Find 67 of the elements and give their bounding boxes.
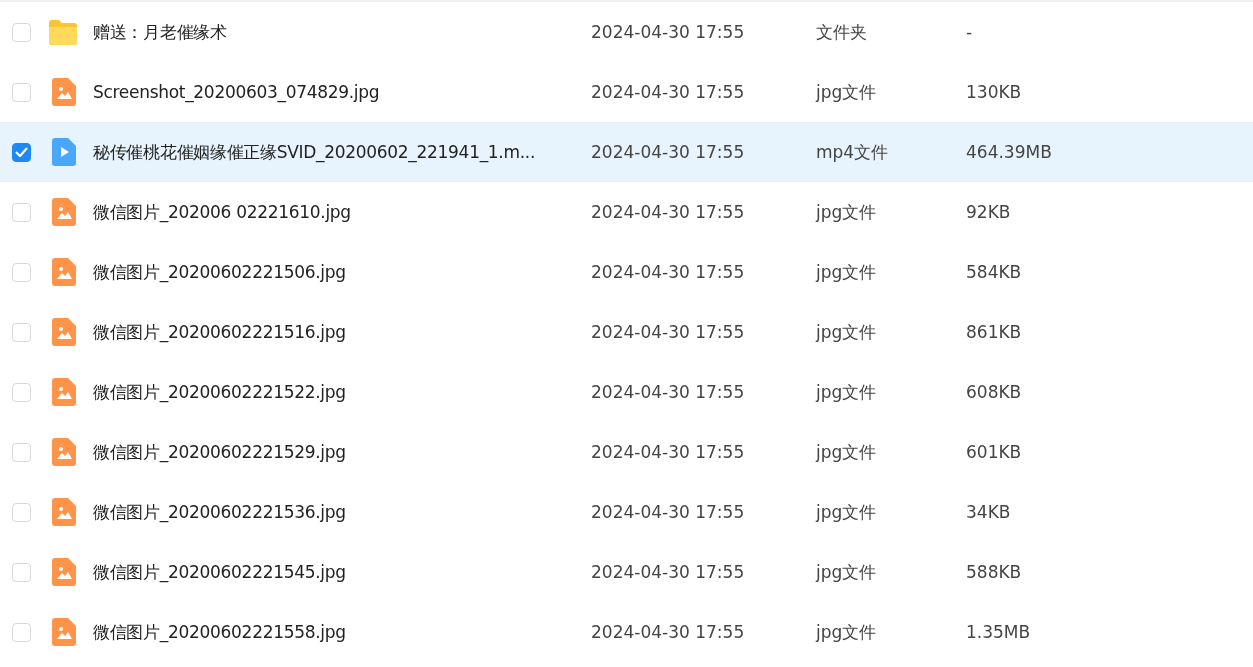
file-name: Screenshot_20200603_074829.jpg: [93, 82, 381, 102]
file-size: 1.35MB: [966, 622, 1032, 642]
file-name: 微信图片_20200602221536.jpg: [93, 500, 347, 524]
image-file-icon: [52, 318, 76, 346]
file-row[interactable]: 微信图片_20200602221558.jpg 2024-04-30 17:55 jpg文件 1.35MB: [0, 602, 1253, 662]
file-type: jpg文件: [816, 560, 878, 584]
file-name: 微信图片_20200602221522.jpg: [93, 380, 347, 404]
file-row[interactable]: 秘传催桃花催姻缘催正缘SVID_20200602_221941_1.m... 2024-04-30 17:55 mp4文件 464.39MB: [0, 122, 1253, 182]
modified-date: 2024-04-30 17:55: [591, 562, 746, 582]
file-type: 文件夹: [816, 20, 868, 44]
file-size: 130KB: [966, 82, 1023, 102]
modified-date: 2024-04-30 17:55: [591, 142, 746, 162]
file-size: 588KB: [966, 562, 1023, 582]
file-type: mp4文件: [816, 140, 890, 164]
file-row[interactable]: 微信图片_20200602221545.jpg 2024-04-30 17:55 jpg文件 588KB: [0, 542, 1253, 602]
file-name: 微信图片_20200602221516.jpg: [93, 320, 347, 344]
file-row[interactable]: 微信图片_202006 02221610.jpg 2024-04-30 17:55 jpg文件 92KB: [0, 182, 1253, 242]
file-type: jpg文件: [816, 320, 878, 344]
file-row[interactable]: 微信图片_20200602221506.jpg 2024-04-30 17:55 jpg文件 584KB: [0, 242, 1253, 302]
image-file-icon: [52, 258, 76, 286]
file-size: 464.39MB: [966, 142, 1053, 162]
file-size: 601KB: [966, 442, 1023, 462]
file-row[interactable]: Screenshot_20200603_074829.jpg 2024-04-30 17:55 jpg文件 130KB: [0, 62, 1253, 122]
file-size: 608KB: [966, 382, 1023, 402]
file-size: 584KB: [966, 262, 1023, 282]
file-row[interactable]: 微信图片_20200602221516.jpg 2024-04-30 17:55 jpg文件 861KB: [0, 302, 1253, 362]
image-file-icon: [52, 78, 76, 106]
modified-date: 2024-04-30 17:55: [591, 382, 746, 402]
image-file-icon: [52, 378, 76, 406]
file-row[interactable]: 微信图片_20200602221536.jpg 2024-04-30 17:55 jpg文件 34KB: [0, 482, 1253, 542]
image-file-icon: [52, 198, 76, 226]
file-name: 微信图片_202006 02221610.jpg: [93, 200, 352, 224]
modified-date: 2024-04-30 17:55: [591, 322, 746, 342]
file-type: jpg文件: [816, 500, 878, 524]
file-row[interactable]: 微信图片_20200602221529.jpg 2024-04-30 17:55 jpg文件 601KB: [0, 422, 1253, 482]
modified-date: 2024-04-30 17:55: [591, 202, 746, 222]
video-file-icon: [52, 138, 76, 166]
file-name: 微信图片_20200602221529.jpg: [93, 440, 347, 464]
modified-date: 2024-04-30 17:55: [591, 442, 746, 462]
modified-date: 2024-04-30 17:55: [591, 262, 746, 282]
file-type: jpg文件: [816, 260, 878, 284]
file-type: jpg文件: [816, 200, 878, 224]
file-name: 微信图片_20200602221506.jpg: [93, 260, 347, 284]
folder-icon: [48, 19, 78, 45]
file-size: -: [966, 22, 974, 42]
file-type: jpg文件: [816, 80, 878, 104]
modified-date: 2024-04-30 17:55: [591, 502, 746, 522]
file-type: jpg文件: [816, 380, 878, 404]
file-name: 微信图片_20200602221545.jpg: [93, 560, 347, 584]
file-size: 34KB: [966, 502, 1012, 522]
file-size: 861KB: [966, 322, 1023, 342]
file-type: jpg文件: [816, 620, 878, 644]
modified-date: 2024-04-30 17:55: [591, 22, 746, 42]
checkbox[interactable]: [12, 142, 31, 162]
file-name: 秘传催桃花催姻缘催正缘SVID_20200602_221941_1.m...: [93, 140, 537, 164]
modified-date: 2024-04-30 17:55: [591, 82, 746, 102]
file-type: jpg文件: [816, 440, 878, 464]
image-file-icon: [52, 438, 76, 466]
image-file-icon: [52, 618, 76, 646]
image-file-icon: [52, 498, 76, 526]
file-row[interactable]: 微信图片_20200602221522.jpg 2024-04-30 17:55 jpg文件 608KB: [0, 362, 1253, 422]
file-size: 92KB: [966, 202, 1012, 222]
modified-date: 2024-04-30 17:55: [591, 622, 746, 642]
image-file-icon: [52, 558, 76, 586]
file-name: 赠送：月老催缘术: [93, 20, 228, 44]
file-row[interactable]: 赠送：月老催缘术 2024-04-30 17:55 文件夹 -: [0, 2, 1253, 62]
file-name: 微信图片_20200602221558.jpg: [93, 620, 347, 644]
